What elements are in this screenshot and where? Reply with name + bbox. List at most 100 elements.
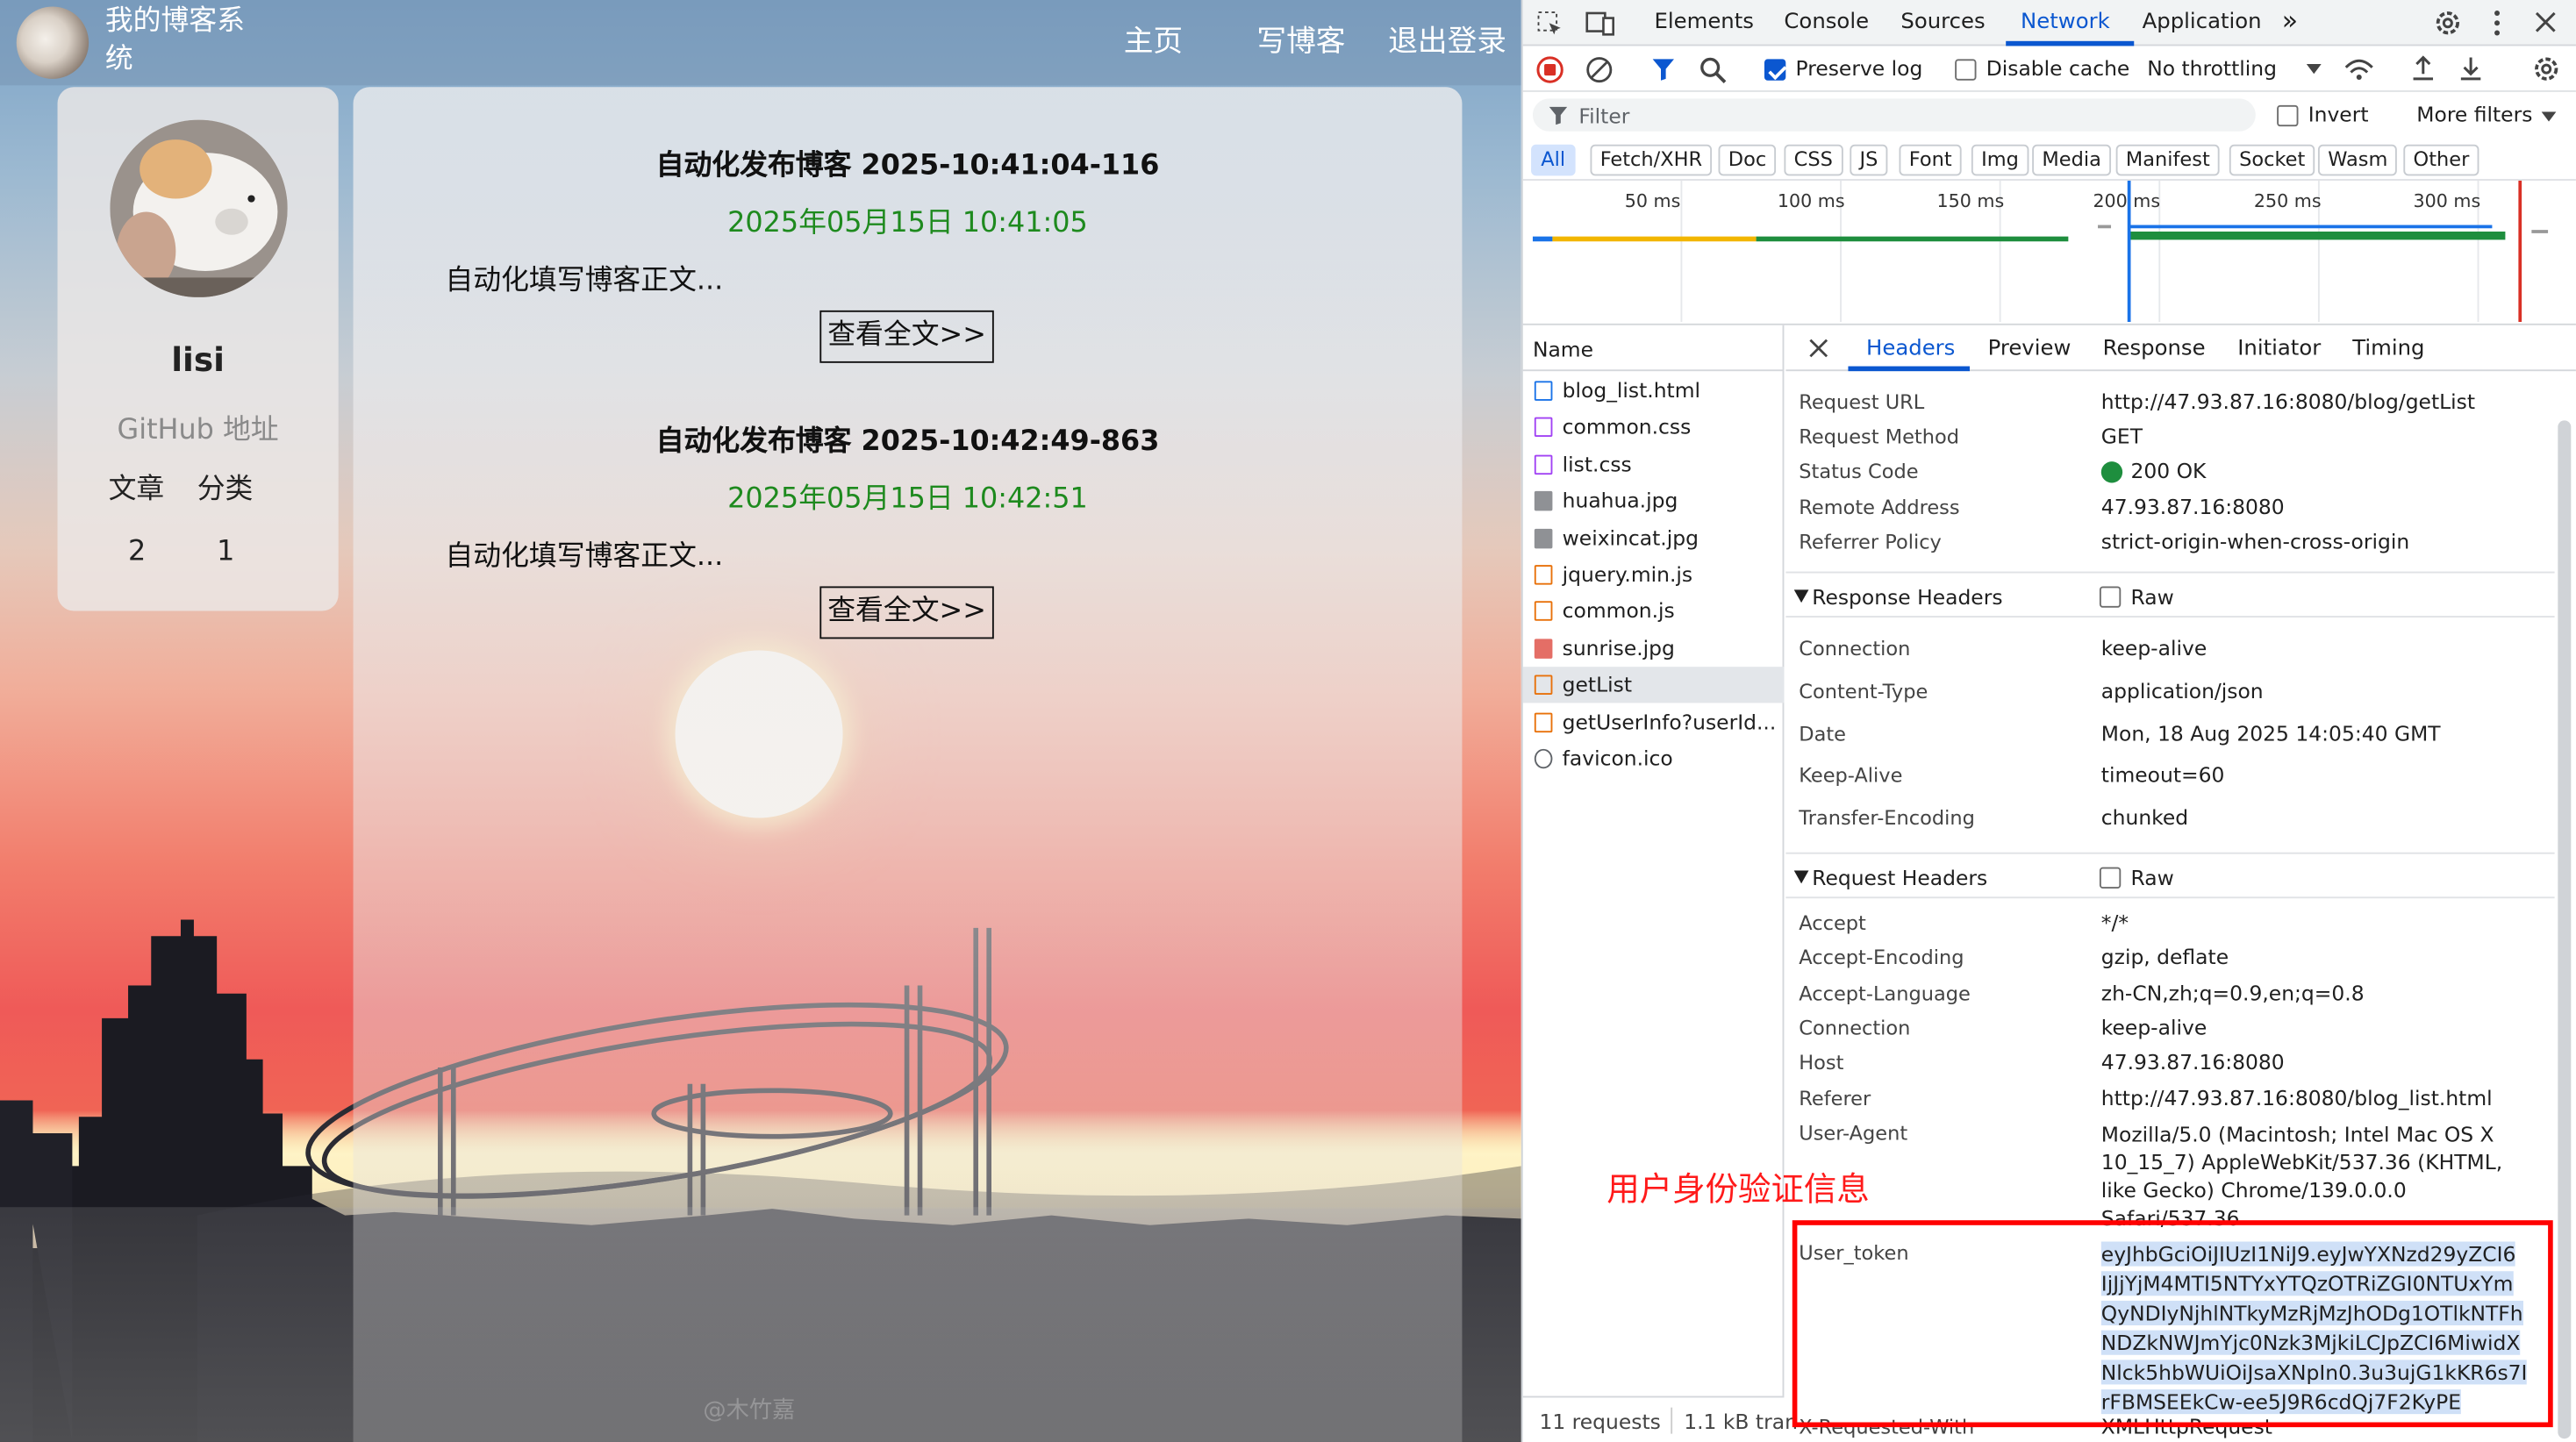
header-value: Mon, 18 Aug 2025 14:05:40 GMT <box>2100 720 2441 746</box>
device-toolbar-icon[interactable] <box>1585 10 1615 36</box>
request-row[interactable]: weixincat.jpg <box>1523 520 1785 556</box>
request-name: weixincat.jpg <box>1562 525 1699 550</box>
filter-chip-js[interactable]: JS <box>1850 144 1888 176</box>
filter-input-box[interactable] <box>1532 98 2256 132</box>
timeline-tick: 50 ms <box>1624 190 1681 212</box>
clear-log-icon[interactable] <box>1585 56 1614 84</box>
disable-cache-checkbox[interactable] <box>1955 59 1977 81</box>
header-key: Keep-Alive <box>1799 763 1903 787</box>
stop-recording-icon[interactable] <box>1536 56 1564 84</box>
tab-timing[interactable]: Timing <box>2352 337 2424 361</box>
tab-application[interactable]: Application <box>2143 10 2262 34</box>
filter-chip-doc[interactable]: Doc <box>1718 144 1777 176</box>
header-value: timeout=60 <box>2100 761 2225 787</box>
filter-funnel-icon <box>1549 106 1568 125</box>
kebab-menu-icon[interactable] <box>2492 8 2501 38</box>
stat-value-articles: 2 <box>128 535 147 568</box>
tab-headers[interactable]: Headers <box>1866 337 1955 361</box>
network-settings-gear-icon[interactable] <box>2531 54 2561 84</box>
header-key: Accept <box>1799 911 1866 935</box>
header-value: http://47.93.87.16:8080/blog/getList <box>2100 389 2476 414</box>
read-more-button[interactable]: 查看全文>> <box>819 586 994 639</box>
filter-chip-socket[interactable]: Socket <box>2229 144 2315 176</box>
inspect-element-icon[interactable] <box>1536 10 1563 36</box>
js-file-icon <box>1534 565 1553 585</box>
header-key: Connection <box>1799 637 1911 660</box>
tab-response[interactable]: Response <box>2103 337 2206 361</box>
more-filters-dropdown[interactable]: More filters <box>2416 102 2532 126</box>
request-row[interactable]: huahua.jpg <box>1523 483 1785 519</box>
tab-sources[interactable]: Sources <box>1900 10 1985 34</box>
filter-funnel-icon[interactable] <box>1651 58 1676 82</box>
filter-chip-font[interactable]: Font <box>1899 144 1962 176</box>
read-more-button[interactable]: 查看全文>> <box>819 310 994 363</box>
nav-logout-link[interactable]: 退出登录 <box>1388 23 1506 62</box>
stat-label-articles: 文章 <box>108 473 165 506</box>
github-link[interactable]: GitHub 地址 <box>58 405 339 446</box>
preserve-log-checkbox[interactable] <box>1764 59 1786 81</box>
request-name: list.css <box>1562 451 1632 476</box>
request-row[interactable]: jquery.min.js <box>1523 557 1785 593</box>
filter-placeholder: Filter <box>1578 103 1630 129</box>
settings-gear-icon[interactable] <box>2433 8 2463 38</box>
tab-initiator[interactable]: Initiator <box>2237 337 2321 361</box>
filter-chip-wasm[interactable]: Wasm <box>2317 144 2398 176</box>
request-row[interactable]: getList <box>1522 667 1785 703</box>
network-timeline-overview[interactable]: 50 ms 100 ms 150 ms 200 ms 250 ms 300 ms <box>1522 180 2576 325</box>
raw-checkbox[interactable] <box>2099 867 2122 889</box>
request-row[interactable]: sunrise.jpg <box>1523 631 1785 667</box>
network-status-bar: 11 requests 1.1 kB tran <box>1522 1396 1798 1442</box>
nav-home-link[interactable]: 主页 <box>1124 23 1183 62</box>
export-har-icon[interactable] <box>2458 54 2484 82</box>
request-list: Name blog_list.html common.css list.css hua… <box>1522 325 1785 1396</box>
search-icon[interactable] <box>1699 56 1727 84</box>
header-value: GET <box>2100 424 2143 449</box>
detail-scrollbar[interactable] <box>2558 420 2572 1439</box>
header-key: User-Agent <box>1799 1121 1908 1146</box>
request-row[interactable]: common.js <box>1523 594 1785 630</box>
filter-chip-other[interactable]: Other <box>2403 144 2479 176</box>
filter-chip-fetch-xhr[interactable]: Fetch/XHR <box>1590 144 1713 176</box>
throttling-select[interactable]: No throttling <box>2147 56 2277 81</box>
header-key: Date <box>1799 722 1846 746</box>
header-value: 47.93.87.16:8080 <box>2100 494 2285 519</box>
more-tabs-chevron-icon[interactable]: » <box>2282 5 2298 37</box>
filter-chip-css[interactable]: CSS <box>1784 144 1843 176</box>
request-row[interactable]: blog_list.html <box>1523 373 1785 409</box>
request-row[interactable]: common.css <box>1523 410 1785 446</box>
nav-write-link[interactable]: 写博客 <box>1256 23 1345 62</box>
network-conditions-icon[interactable] <box>2343 56 2375 84</box>
invert-checkbox[interactable] <box>2277 104 2299 127</box>
filter-chip-manifest[interactable]: Manifest <box>2115 144 2221 176</box>
user-agent-line: 10_15_7) AppleWebKit/537.36 (KHTML, <box>2100 1149 2503 1174</box>
post-desc: 自动化填写博客正文... <box>445 264 724 297</box>
timeline-bar <box>2098 225 2112 229</box>
import-har-icon[interactable] <box>2410 54 2436 82</box>
raw-checkbox[interactable] <box>2099 586 2122 608</box>
response-headers-section[interactable]: Response Headers Raw <box>1785 571 2555 618</box>
tab-console[interactable]: Console <box>1784 10 1869 34</box>
xhr-file-icon <box>1534 675 1553 696</box>
request-row[interactable]: getUserInfo?userId... <box>1523 703 1785 739</box>
timeline-bar <box>1552 236 1757 242</box>
header-key: Content-Type <box>1799 680 1928 703</box>
close-detail-icon[interactable] <box>1809 339 1828 358</box>
img-file-icon <box>1534 491 1553 511</box>
timeline-bar <box>1532 236 1553 242</box>
name-header-label: Name <box>1532 336 1594 361</box>
request-row[interactable]: favicon.ico <box>1523 740 1785 776</box>
close-devtools-icon[interactable] <box>2535 11 2556 32</box>
filter-chip-all[interactable]: All <box>1531 144 1576 176</box>
tab-elements[interactable]: Elements <box>1655 10 1754 34</box>
filter-chip-media[interactable]: Media <box>2032 144 2112 176</box>
filter-chip-img[interactable]: Img <box>1971 144 2029 176</box>
tab-network[interactable]: Network <box>2021 10 2110 34</box>
tab-preview[interactable]: Preview <box>1988 337 2072 361</box>
timeline-tick: 150 ms <box>1936 190 2005 212</box>
request-headers-section[interactable]: Request Headers Raw <box>1785 852 2555 899</box>
header-value: application/json <box>2100 678 2264 703</box>
header-key: Accept-Language <box>1799 982 1971 1005</box>
request-row[interactable]: list.css <box>1523 446 1785 482</box>
timeline-bar <box>2531 230 2549 233</box>
name-column-header[interactable]: Name <box>1522 325 1785 372</box>
